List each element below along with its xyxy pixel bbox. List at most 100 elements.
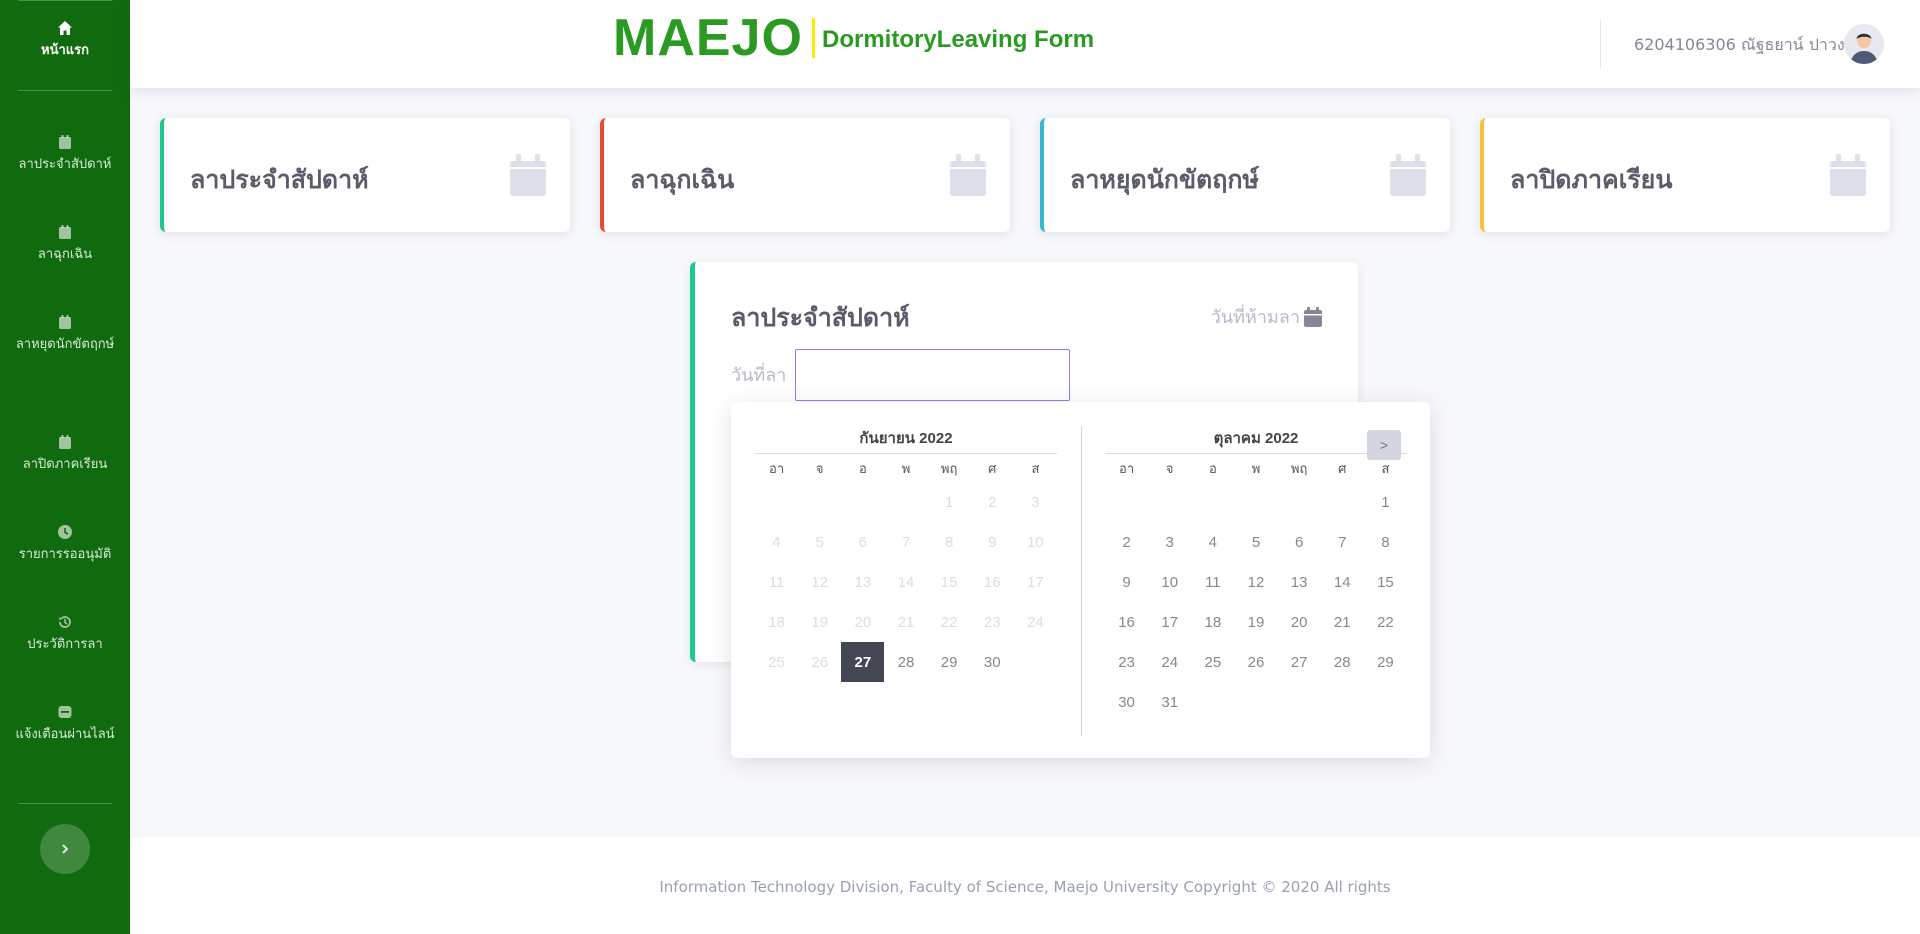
datepicker-month-september: กันยายน 2022 อาจอพพฤศส 1 2 3 4 5 6 7 8 9 10 11 12 13… xyxy=(755,424,1057,682)
card-weekly-leave[interactable]: ลาประจำสัปดาห์ xyxy=(160,118,570,232)
calendar-day[interactable]: 13 xyxy=(1278,562,1321,602)
sidebar-item-label: ลาหยุดนักขัตฤกษ์ xyxy=(15,337,115,352)
calendar-empty-cell xyxy=(1234,482,1277,522)
calendar-day[interactable]: 31 xyxy=(1148,682,1191,722)
calendar-empty-cell xyxy=(1191,482,1234,522)
avatar[interactable] xyxy=(1844,24,1884,64)
calendar-day[interactable]: 27 xyxy=(841,642,885,682)
sidebar-toggle-button[interactable] xyxy=(40,824,90,874)
weekday-header: ศ xyxy=(988,460,997,476)
calendar-day[interactable]: 2 xyxy=(1105,522,1148,562)
calendar-empty-cell xyxy=(755,482,798,522)
calendar-day[interactable]: 20 xyxy=(1278,602,1321,642)
sidebar-item-label: ลาประจำสัปดาห์ xyxy=(18,157,112,172)
calendar-day[interactable]: 30 xyxy=(1105,682,1148,722)
calendar-day[interactable]: 29 xyxy=(1364,642,1407,682)
calendar-day[interactable]: 22 xyxy=(1364,602,1407,642)
sidebar-item-pending[interactable]: รายการรออนุมัติ xyxy=(0,524,130,569)
calendar-day[interactable]: 17 xyxy=(1148,602,1191,642)
calendar-day[interactable]: 29 xyxy=(928,642,971,682)
calendar-day[interactable]: 19 xyxy=(1234,602,1277,642)
calendar-day[interactable]: 9 xyxy=(1105,562,1148,602)
calendar-day[interactable]: 26 xyxy=(1234,642,1277,682)
next-month-button[interactable]: > xyxy=(1367,430,1401,460)
calendar-day[interactable]: 14 xyxy=(1321,562,1364,602)
sidebar-item-holiday-leave[interactable]: ลาหยุดนักขัตฤกษ์ xyxy=(0,314,130,359)
calendar-day: 17 xyxy=(1027,573,1044,591)
datepicker-month-october: ตุลาคม 2022 อาจอพพฤศส 1 2 3 4 5 6 7 8 9 10 11 12 13 1… xyxy=(1105,424,1407,722)
sidebar-item-emergency-leave[interactable]: ลาฉุกเฉิน xyxy=(0,224,130,269)
forbidden-days-label: วันที่ห้ามลา xyxy=(1210,307,1300,328)
calendar-day: 1 xyxy=(944,493,954,511)
history-icon xyxy=(59,616,71,628)
calendar-day[interactable]: 6 xyxy=(1278,522,1321,562)
calendar-icon xyxy=(1390,154,1426,196)
weekday-header: อ xyxy=(858,460,867,476)
sidebar-item-home[interactable]: หน้าแรก xyxy=(0,20,130,65)
calendar-icon xyxy=(510,154,546,196)
weekday-header: จ xyxy=(815,460,824,476)
card-semester-leave[interactable]: ลาปิดภาคเรียน xyxy=(1480,118,1890,232)
sidebar-item-history[interactable]: ประวัติการลา xyxy=(0,614,130,659)
calendar-day: 7 xyxy=(901,533,911,551)
calendar-day[interactable]: 16 xyxy=(1105,602,1148,642)
calendar-day[interactable]: 10 xyxy=(1148,562,1191,602)
month-title: ตุลาคม 2022 xyxy=(1105,424,1407,454)
calendar-day[interactable]: 1 xyxy=(1364,482,1407,522)
calendar-day[interactable]: 28 xyxy=(1321,642,1364,682)
calendar-day[interactable]: 12 xyxy=(1234,562,1277,602)
calendar-empty-cell xyxy=(1321,482,1364,522)
card-title: ลาฉุกเฉิน xyxy=(630,165,735,194)
card-title: ลาปิดภาคเรียน xyxy=(1510,165,1673,194)
calendar-day: 6 xyxy=(858,533,868,551)
calendar-day: 11 xyxy=(768,573,785,591)
calendar-day[interactable]: 30 xyxy=(971,642,1014,682)
calendar-day[interactable]: 23 xyxy=(1105,642,1148,682)
calendar-day[interactable]: 5 xyxy=(1234,522,1277,562)
weekday-header: ส xyxy=(1031,460,1040,476)
sidebar-item-label: หน้าแรก xyxy=(41,43,89,58)
forbidden-days-link[interactable]: วันที่ห้ามลา xyxy=(1211,302,1322,331)
sidebar-item-line-notify[interactable]: แจ้งเตือนผ่านไลน์ xyxy=(0,704,130,749)
card-holiday-leave[interactable]: ลาหยุดนักขัตฤกษ์ xyxy=(1040,118,1450,232)
clock-icon xyxy=(58,525,72,539)
weekday-header: อา xyxy=(1119,460,1135,476)
leave-date-label: วันที่ลา xyxy=(731,365,787,386)
card-emergency-leave[interactable]: ลาฉุกเฉิน xyxy=(600,118,1010,232)
calendar-day[interactable]: 3 xyxy=(1148,522,1191,562)
leave-date-input[interactable] xyxy=(795,349,1070,401)
weekday-header: พ xyxy=(1251,460,1261,476)
calendar-day: 22 xyxy=(940,613,958,631)
calendar-icon xyxy=(1830,154,1866,196)
calendar-day: 10 xyxy=(1027,533,1044,551)
calendar-icon xyxy=(59,225,71,239)
calendar-day[interactable]: 11 xyxy=(1191,562,1234,602)
user-name[interactable]: 6204106306 ณัฐธยาน์ ปาวงศ์ xyxy=(1634,33,1855,58)
card-title: ลาประจำสัปดาห์ xyxy=(190,165,369,194)
brand-separator xyxy=(812,18,815,58)
topbar: MAEJO DormitoryLeaving Form 6204106306 ณ… xyxy=(130,0,1920,88)
sidebar-item-semester-leave[interactable]: ลาปิดภาคเรียน xyxy=(0,434,130,479)
footer: Information Technology Division, Faculty… xyxy=(130,838,1920,934)
calendar-day: 16 xyxy=(983,573,1001,591)
calendar-empty-cell xyxy=(1321,682,1364,722)
calendar-day[interactable]: 4 xyxy=(1191,522,1234,562)
datepicker-divider xyxy=(1081,426,1082,736)
sidebar-item-weekly-leave[interactable]: ลาประจำสัปดาห์ xyxy=(0,134,130,179)
calendar-empty-cell xyxy=(884,482,927,522)
calendar-day[interactable]: 24 xyxy=(1148,642,1191,682)
calendar-day: 5 xyxy=(815,533,824,551)
calendar-day[interactable]: 7 xyxy=(1321,522,1364,562)
calendar-day[interactable]: 27 xyxy=(1278,642,1321,682)
calendar-day: 12 xyxy=(811,573,829,591)
calendar-day: 15 xyxy=(940,573,958,591)
calendar-day[interactable]: 8 xyxy=(1364,522,1407,562)
calendar-day: 20 xyxy=(854,613,872,631)
sidebar-divider xyxy=(18,90,112,91)
calendar-day[interactable]: 21 xyxy=(1321,602,1364,642)
calendar-icon xyxy=(59,135,71,149)
calendar-day[interactable]: 15 xyxy=(1364,562,1407,602)
calendar-day[interactable]: 28 xyxy=(884,642,927,682)
calendar-day[interactable]: 18 xyxy=(1191,602,1234,642)
calendar-day[interactable]: 25 xyxy=(1191,642,1234,682)
